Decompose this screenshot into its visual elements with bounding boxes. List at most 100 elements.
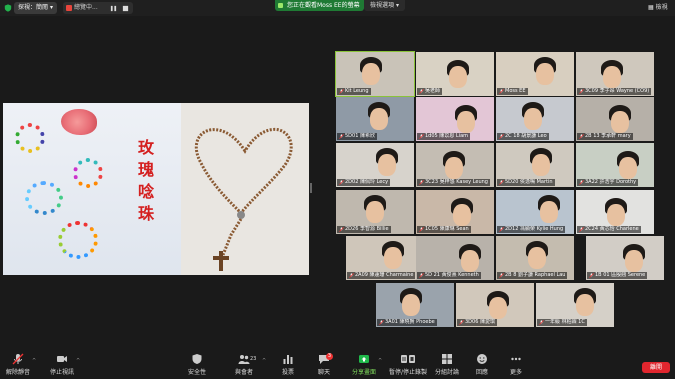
participant-face [366, 201, 384, 223]
participant-name-text: 2B 13 李承軒 mary [585, 133, 631, 139]
participant-tile[interactable]: 2B 13 李承軒 mary [576, 97, 654, 141]
participant-face [532, 154, 550, 176]
participant-name: 2D12 馮顯榮 Kylie Hung [497, 226, 566, 233]
participant-face [603, 66, 621, 88]
microphone-muted-icon [419, 134, 424, 139]
participant-tile[interactable]: 1B 01 區殷翹 Serene [586, 236, 664, 280]
share-indicator-icon [278, 3, 283, 8]
splitter-handle[interactable] [310, 183, 312, 193]
more-dots-icon [511, 357, 521, 361]
participant-tile[interactable]: 5D01 陳希欣 [336, 97, 414, 141]
leave-meeting-button[interactable]: 離開 [642, 362, 670, 373]
shared-screen[interactable]: 玫瑰唸珠 [3, 103, 309, 275]
participant-face [402, 294, 420, 316]
participant-tile[interactable]: 2C 18 胡景謙 Leo [496, 97, 574, 141]
chevron-up-icon[interactable]: ^ [32, 358, 36, 364]
share-screen-icon [66, 5, 72, 11]
participant-face [461, 250, 479, 272]
participant-tile[interactable]: 5D 21 黃俊熹 Kenneth [416, 236, 494, 280]
viewing-banner[interactable]: 您正在觀看Moss EE的螢幕 [275, 0, 364, 11]
shield-icon[interactable] [4, 4, 12, 12]
participant-name: 2D26 李智源 Billie [337, 226, 391, 233]
unmute-button[interactable]: 解除靜音 [6, 353, 30, 376]
participant-face [362, 63, 380, 85]
record-controls-button[interactable]: 暫停/停止錄製 [389, 353, 427, 376]
participant-tile[interactable]: 3A01 陳曉賢 Phoebe [376, 283, 454, 327]
more-button[interactable]: 更多 [510, 353, 522, 376]
chat-unread-badge: 3 [326, 353, 333, 360]
reactions-label: 回應 [476, 369, 489, 376]
microphone-muted-icon [589, 273, 594, 278]
breakout-rooms-button[interactable]: 分組討論 [435, 353, 459, 376]
participant-name-text: 1B 01 區殷翹 Serene [595, 272, 646, 278]
view-mode-button[interactable]: 探視：簡閱 ▾ [14, 2, 57, 14]
participant-tile[interactable]: 3C23 吳梓悠 Kasey Leung [416, 143, 494, 187]
microphone-muted-icon [579, 134, 584, 139]
chevron-up-icon[interactable]: ^ [378, 358, 382, 364]
gallery-view-button[interactable]: ▦ 檢視 [648, 3, 668, 13]
participant-tile[interactable]: 1C05 陳康琳 Sean [416, 190, 494, 234]
smiley-icon [477, 354, 487, 364]
share-screen-button[interactable]: 分享畫面 [352, 353, 376, 376]
stop-icon[interactable] [122, 5, 129, 12]
participant-name-text: Kit Leung [345, 88, 369, 94]
stop-video-label: 停止視訊 [50, 369, 75, 376]
chat-label: 聊天 [318, 369, 331, 376]
microphone-muted-icon [419, 227, 424, 232]
pause-icon[interactable] [110, 5, 117, 12]
chevron-up-icon[interactable]: ^ [262, 358, 266, 364]
participant-tile[interactable]: Moss EE [496, 52, 574, 96]
microphone-muted-icon [339, 180, 344, 185]
participant-name-text: 2D26 李智源 Billie [345, 226, 389, 232]
participant-tile[interactable]: 3C09 李子昂 Wayne (CO9) [576, 52, 654, 96]
participant-tile[interactable]: 2B 8 劉子謙 Raphael Lau [496, 236, 574, 280]
share-screen-icon [359, 355, 369, 363]
participant-tile[interactable]: Kit Leung [335, 51, 415, 97]
participant-name-text: 5D01 陳希欣 [345, 133, 375, 139]
participant-name: 3A01 陳曉賢 Phoebe [377, 319, 437, 326]
participant-tile[interactable]: 1d05 陳苡恩 Liam [416, 97, 494, 141]
polls-button[interactable]: 投票 [282, 353, 294, 376]
grid-icon: ▦ [648, 4, 656, 11]
participant-name: 1C05 陳康琳 Sean [417, 226, 471, 233]
bracelet-image [73, 158, 103, 188]
microphone-muted-icon [459, 320, 464, 325]
participant-face [453, 204, 471, 226]
participant-tile[interactable]: 2D26 李智源 Billie [336, 190, 414, 234]
participant-tile[interactable]: 3A22 許浩宇 Dorothy [576, 143, 654, 187]
slide-title: 玫瑰唸珠 [137, 138, 154, 223]
participant-tile[interactable]: 吳老師 [416, 52, 494, 96]
participant-name: 2B 8 劉子謙 Raphael Lau [497, 272, 568, 279]
security-button[interactable]: 安全性 [188, 353, 206, 376]
stop-video-button[interactable]: 停止視訊 [50, 353, 74, 376]
participant-name: 2D02 陳佩玲 Lecy [337, 179, 391, 186]
microphone-muted-icon [579, 180, 584, 185]
participant-tile[interactable]: 一年級 林柏霖 1C [536, 283, 614, 327]
participant-name: 2C24 黃芯怡 Charlene [577, 226, 641, 233]
participant-face [384, 247, 402, 269]
participant-name: 5D01 陳希欣 [337, 133, 377, 140]
participant-name: 3C23 吳梓悠 Kasey Leung [417, 179, 490, 186]
participant-name-text: 1C05 陳康琳 Sean [425, 226, 469, 232]
microphone-muted-icon [339, 227, 344, 232]
participant-tile[interactable]: 2D12 馮顯榮 Kylie Hung [496, 190, 574, 234]
chevron-up-icon[interactable]: ^ [76, 358, 80, 364]
participants-icon [238, 355, 250, 364]
participant-tile[interactable]: 2C24 黃芯怡 Charlene [576, 190, 654, 234]
rosary-photo [181, 103, 309, 275]
view-options-button[interactable]: 檢視選項 ▾ [364, 0, 405, 11]
participant-name: 5D 21 黃俊熹 Kenneth [417, 272, 481, 279]
participant-tile[interactable]: 2A09 陳蓮珊 Charmaine [346, 236, 424, 280]
share-controls: 總覽中... [63, 2, 133, 14]
participant-face [607, 204, 625, 226]
participant-name-text: Moss EE [505, 88, 526, 94]
participant-name-text: 3C09 李子昂 Wayne (CO9) [585, 88, 650, 94]
participant-name-text: 3C23 吳梓悠 Kasey Leung [425, 179, 488, 185]
microphone-muted-icon [419, 89, 424, 94]
participant-tile[interactable]: 2D02 陳佩玲 Lecy [336, 143, 414, 187]
participant-tile[interactable]: 5D20 侯逸鳴 Martin [496, 143, 574, 187]
participant-face [611, 111, 629, 133]
chevron-down-icon: ▾ [49, 4, 53, 11]
participant-tile[interactable]: 3D06 陳愛琪 [456, 283, 534, 327]
reactions-button[interactable]: 回應 [476, 353, 488, 376]
